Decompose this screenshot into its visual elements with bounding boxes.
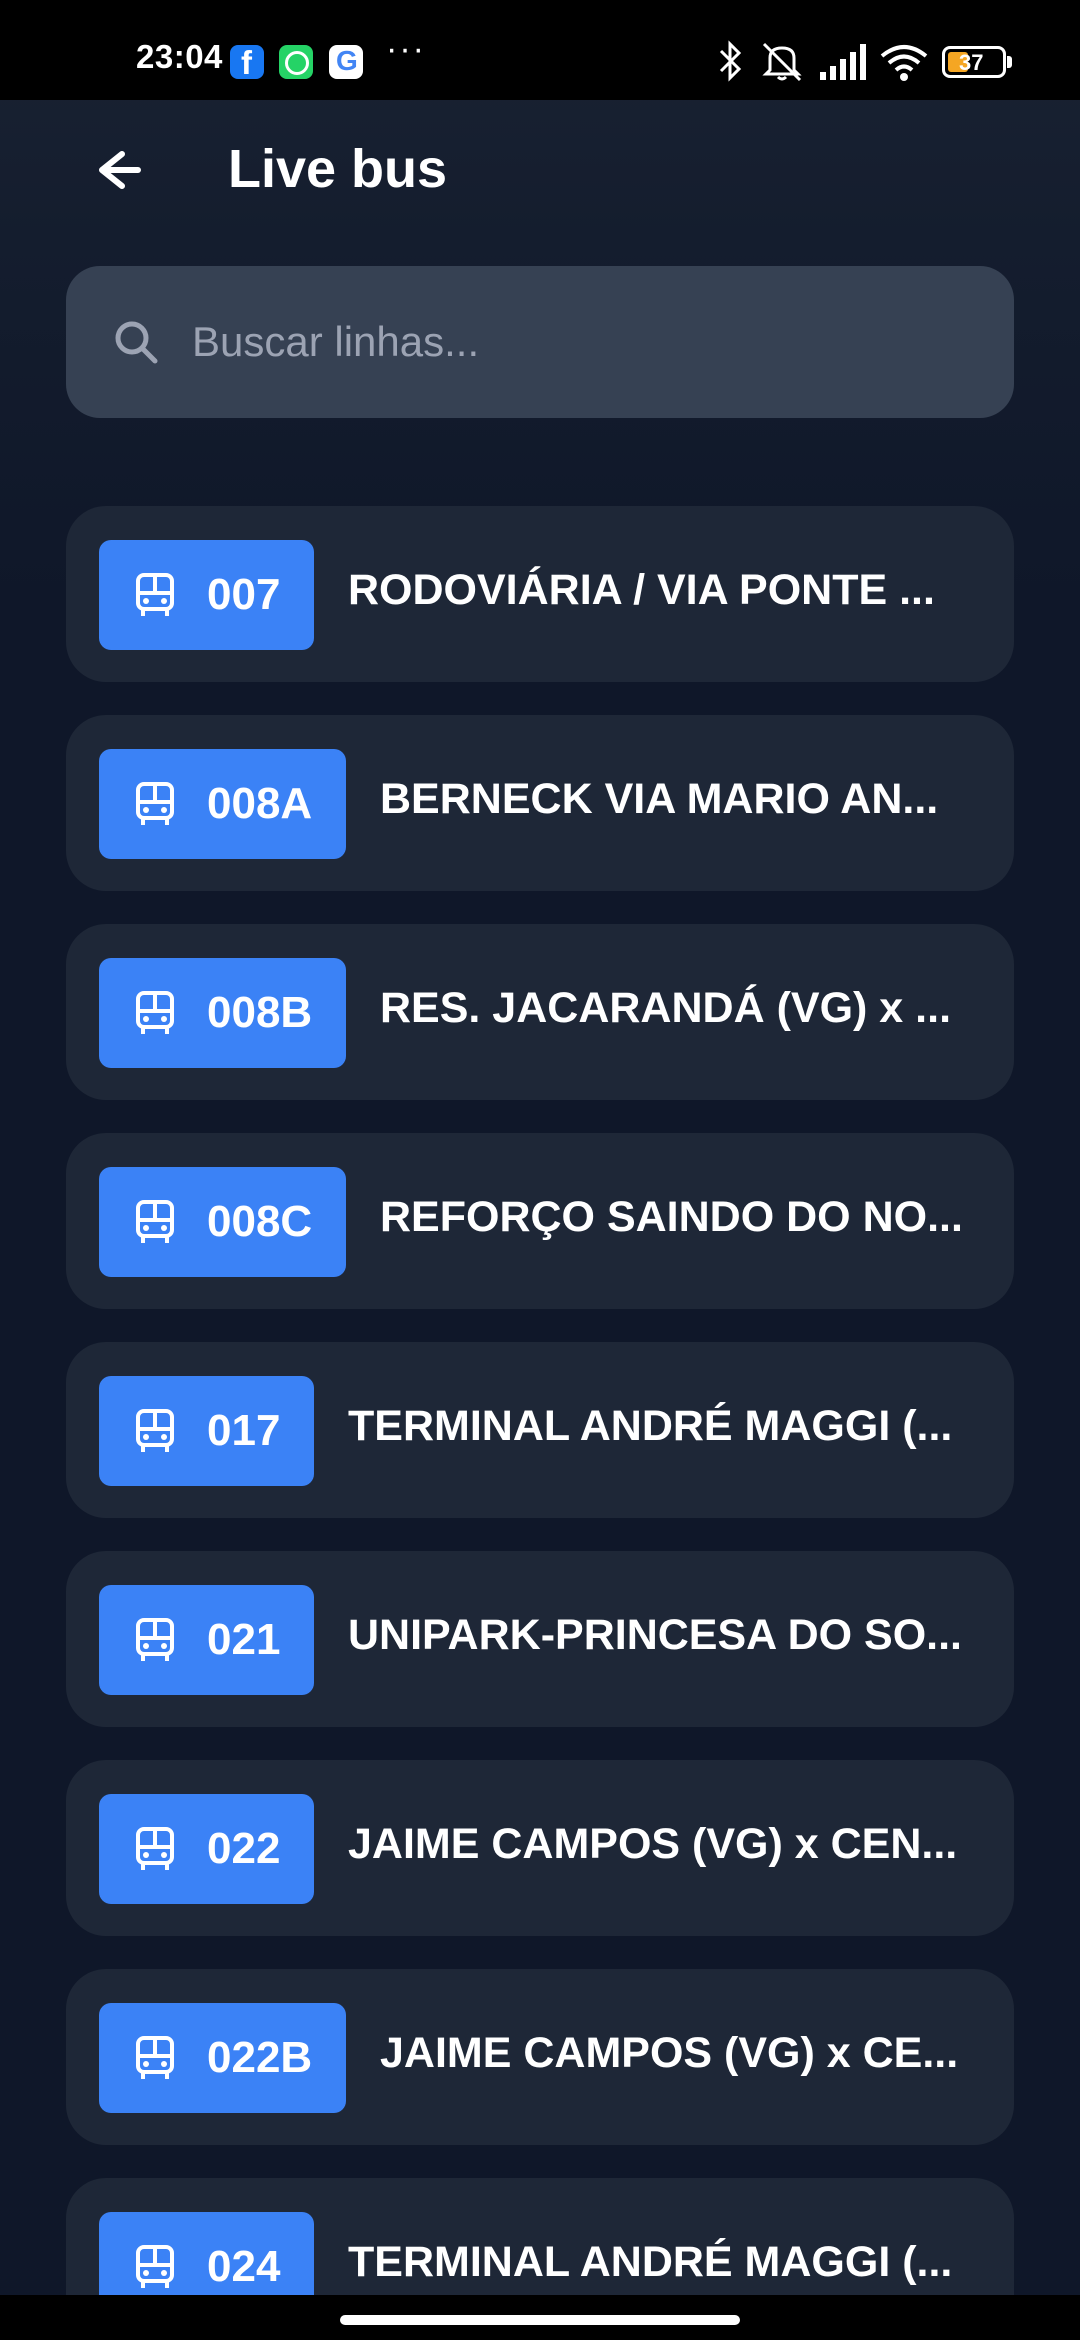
route-name: REFORÇO SAINDO DO NO... <box>380 1193 963 1241</box>
route-badge: 008B <box>99 958 347 1068</box>
route-badge: 008A <box>99 749 347 859</box>
route-badge: 021 <box>99 1585 315 1695</box>
wifi-icon <box>880 45 928 81</box>
route-badge: 022B <box>99 2003 347 2113</box>
route-code: 021 <box>207 1615 281 1664</box>
bus-icon <box>136 1200 174 1243</box>
route-name: RODOVIÁRIA / VIA PONTE ... <box>348 566 935 614</box>
app-screen: 23:04 f G ··· 37 Live bus Buscar linhas.… <box>0 0 1080 2340</box>
mute-icon <box>762 42 802 82</box>
route-code: 022 <box>207 1824 281 1873</box>
bus-icon <box>136 1618 174 1661</box>
navigation-bar <box>0 2295 1080 2340</box>
route-badge: 007 <box>99 540 315 650</box>
bus-icon <box>136 573 174 616</box>
app-header: Live bus <box>0 100 1080 240</box>
route-code: 008C <box>207 1197 313 1246</box>
route-item[interactable]: 007 RODOVIÁRIA / VIA PONTE ... <box>66 506 1014 682</box>
facebook-icon: f <box>230 44 264 81</box>
route-item[interactable]: 017 TERMINAL ANDRÉ MAGGI (... <box>66 1342 1014 1518</box>
route-name: JAIME CAMPOS (VG) x CEN... <box>348 1820 958 1868</box>
route-code: 008A <box>207 779 313 828</box>
route-item[interactable]: 008C REFORÇO SAINDO DO NO... <box>66 1133 1014 1309</box>
status-time: 23:04 <box>136 38 223 75</box>
route-name: UNIPARK-PRINCESA DO SO... <box>348 1611 962 1659</box>
route-code: 008B <box>207 988 313 1037</box>
route-badge: 017 <box>99 1376 315 1486</box>
search-bar[interactable] <box>66 266 1014 418</box>
back-button[interactable] <box>80 138 156 202</box>
search-input[interactable] <box>192 304 972 380</box>
route-name: JAIME CAMPOS (VG) x CE... <box>380 2029 959 2077</box>
page-title: Live bus <box>228 139 448 199</box>
route-code: 007 <box>207 570 281 619</box>
bus-icon <box>136 1409 174 1452</box>
route-code: 024 <box>207 2242 281 2291</box>
route-item[interactable]: 008A BERNECK VIA MARIO AN... <box>66 715 1014 891</box>
route-item[interactable]: 022B JAIME CAMPOS (VG) x CE... <box>66 1969 1014 2145</box>
bus-icon <box>136 2036 174 2079</box>
status-bar: 23:04 f G ··· 37 <box>0 0 1080 100</box>
bus-icon <box>136 2245 174 2288</box>
bus-icon <box>136 1827 174 1870</box>
route-name: RES. JACARANDÁ (VG) x ... <box>380 984 952 1032</box>
route-name: TERMINAL ANDRÉ MAGGI (... <box>348 2238 953 2286</box>
whatsapp-icon <box>279 45 313 79</box>
route-list: 007 RODOVIÁRIA / VIA PONTE ... 008A BERNECK… <box>66 506 1014 2340</box>
route-name: BERNECK VIA MARIO AN... <box>380 775 939 823</box>
route-item[interactable]: 008B RES. JACARANDÁ (VG) x ... <box>66 924 1014 1100</box>
more-notifications-icon: ··· <box>386 30 426 68</box>
route-code: 022B <box>207 2033 313 2082</box>
arrow-left-icon <box>99 151 141 189</box>
bus-icon <box>136 991 174 1034</box>
google-icon: G <box>329 45 363 79</box>
bluetooth-icon <box>719 40 742 82</box>
battery-icon: 37 <box>942 46 1012 78</box>
bus-icon <box>136 782 174 825</box>
search-icon <box>115 321 158 364</box>
route-badge: 008C <box>99 1167 347 1277</box>
route-item[interactable]: 022 JAIME CAMPOS (VG) x CEN... <box>66 1760 1014 1936</box>
route-badge: 022 <box>99 1794 315 1904</box>
battery-level: 37 <box>959 50 984 75</box>
route-name: TERMINAL ANDRÉ MAGGI (... <box>348 1402 953 1450</box>
route-code: 017 <box>207 1406 281 1455</box>
route-item[interactable]: 021 UNIPARK-PRINCESA DO SO... <box>66 1551 1014 1727</box>
signal-icon <box>820 44 866 80</box>
home-indicator[interactable] <box>340 2315 740 2325</box>
